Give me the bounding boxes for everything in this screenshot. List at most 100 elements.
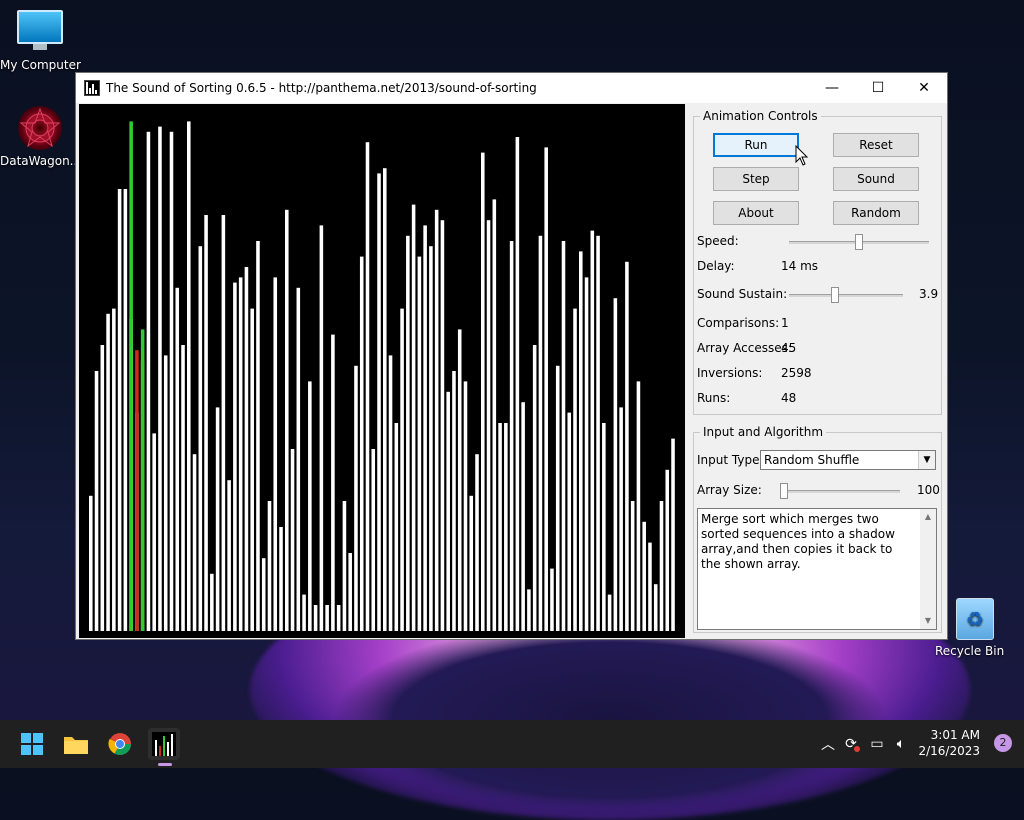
window-title: The Sound of Sorting 0.6.5 - http://pant… — [106, 81, 537, 95]
array-bar — [653, 584, 658, 631]
array-bar — [94, 371, 99, 631]
array-accesses-label: Array Accesses: — [697, 341, 792, 355]
clock-time: 3:01 AM — [930, 728, 980, 742]
inversions-value: 2598 — [781, 366, 812, 380]
array-bar — [515, 137, 520, 631]
group-title: Animation Controls — [700, 109, 821, 123]
maximize-button[interactable]: ☐ — [855, 73, 901, 103]
array-bar — [348, 553, 352, 631]
algorithm-description[interactable]: Merge sort which merges two sorted seque… — [697, 508, 937, 630]
highlighted-array-bar — [135, 350, 139, 631]
array-bar — [273, 277, 278, 631]
array-bar — [625, 261, 629, 631]
array-bar — [590, 230, 595, 631]
array-bar — [573, 308, 577, 631]
sound-of-sorting-window: The Sound of Sorting 0.6.5 - http://pant… — [75, 72, 948, 640]
close-button[interactable]: ✕ — [901, 73, 947, 103]
file-explorer-button[interactable] — [60, 728, 92, 760]
array-bar — [665, 469, 670, 631]
array-bar — [158, 126, 162, 631]
desktop-icon-datawagon[interactable]: DataWagon... — [0, 106, 81, 168]
scroll-down-icon[interactable]: ▼ — [920, 613, 936, 629]
chrome-button[interactable] — [104, 728, 136, 760]
sound-button[interactable]: Sound — [833, 167, 919, 191]
input-type-select[interactable]: Random Shuffle ▼ — [760, 450, 936, 470]
mouse-cursor-icon — [795, 145, 809, 166]
array-bar — [371, 449, 376, 631]
scroll-up-icon[interactable]: ▲ — [920, 509, 936, 525]
start-button[interactable] — [16, 728, 48, 760]
array-bar — [89, 495, 93, 631]
array-bar — [267, 501, 272, 631]
array-bar — [152, 433, 156, 631]
array-bar — [538, 235, 543, 632]
array-size-slider-track[interactable] — [780, 490, 900, 493]
speed-slider-thumb[interactable] — [855, 234, 863, 250]
array-bar — [302, 594, 306, 631]
array-bar — [423, 225, 427, 631]
delay-label: Delay: — [697, 259, 735, 273]
array-bar — [636, 381, 641, 631]
array-bar — [187, 121, 191, 632]
array-bar — [198, 246, 203, 631]
array-bar — [648, 542, 652, 631]
array-bar — [296, 287, 301, 631]
sound-sustain-label: Sound Sustain: — [697, 287, 788, 301]
array-bar — [336, 605, 341, 631]
sustain-slider-track[interactable] — [789, 294, 903, 297]
taskbar: ︿ ⟳ ▭ 🔈︎ 3:01 AM 2/16/2023 2 — [0, 720, 1024, 768]
reset-button[interactable]: Reset — [833, 133, 919, 157]
clock-date: 2/16/2023 — [918, 744, 980, 758]
array-bar — [642, 521, 646, 631]
comparisons-label: Comparisons: — [697, 316, 780, 330]
array-bar — [256, 241, 260, 631]
array-bar — [325, 605, 329, 631]
notification-badge[interactable]: 2 — [994, 734, 1012, 752]
desktop-icon-my-computer[interactable]: My Computer — [0, 10, 81, 72]
random-button[interactable]: Random — [833, 201, 919, 225]
array-bar — [527, 589, 531, 631]
step-button[interactable]: Step — [713, 167, 799, 191]
about-button[interactable]: About — [713, 201, 799, 225]
chrome-icon — [108, 733, 131, 755]
sound-of-sorting-taskbar-button[interactable] — [148, 728, 180, 766]
delay-value: 14 ms — [781, 259, 819, 273]
show-hidden-icons-icon[interactable]: ︿ — [818, 734, 838, 754]
array-bar — [532, 345, 537, 631]
array-bar — [579, 251, 583, 631]
description-scrollbar[interactable]: ▲ ▼ — [920, 509, 936, 629]
run-button[interactable]: Run — [713, 133, 799, 157]
datawagon-icon — [18, 106, 62, 150]
array-size-label: Array Size: — [697, 483, 762, 497]
array-bar — [596, 235, 600, 632]
array-bar — [233, 282, 237, 631]
array-size-slider-thumb[interactable] — [780, 483, 788, 499]
array-bar — [285, 209, 289, 632]
array-bar — [192, 454, 197, 631]
array-bar — [567, 412, 572, 631]
volume-icon[interactable]: 🔈︎ — [890, 736, 912, 752]
array-bar — [475, 454, 479, 631]
sync-icon[interactable]: ⟳ — [838, 736, 864, 752]
network-icon[interactable]: ▭ — [864, 736, 890, 752]
chevron-down-icon[interactable]: ▼ — [918, 451, 935, 469]
array-bar — [486, 220, 491, 631]
array-bar — [146, 131, 151, 632]
array-bar — [117, 189, 122, 631]
array-bar — [319, 225, 324, 631]
taskbar-clock[interactable]: 3:01 AM 2/16/2023 — [918, 727, 980, 759]
array-accesses-value: 45 — [781, 341, 797, 355]
sustain-value: 3.9 — [919, 287, 939, 301]
array-bar — [429, 246, 433, 631]
array-bar — [498, 423, 502, 631]
array-bar — [204, 215, 208, 631]
minimize-button[interactable]: — — [809, 73, 855, 103]
sustain-slider-thumb[interactable] — [831, 287, 840, 303]
array-visualization[interactable] — [79, 104, 685, 638]
array-bar — [112, 308, 116, 631]
runs-value: 48 — [781, 391, 797, 405]
title-bar[interactable]: The Sound of Sorting 0.6.5 - http://pant… — [76, 73, 947, 103]
array-bar — [671, 438, 675, 631]
array-bar — [106, 313, 110, 631]
array-bar — [555, 365, 560, 631]
